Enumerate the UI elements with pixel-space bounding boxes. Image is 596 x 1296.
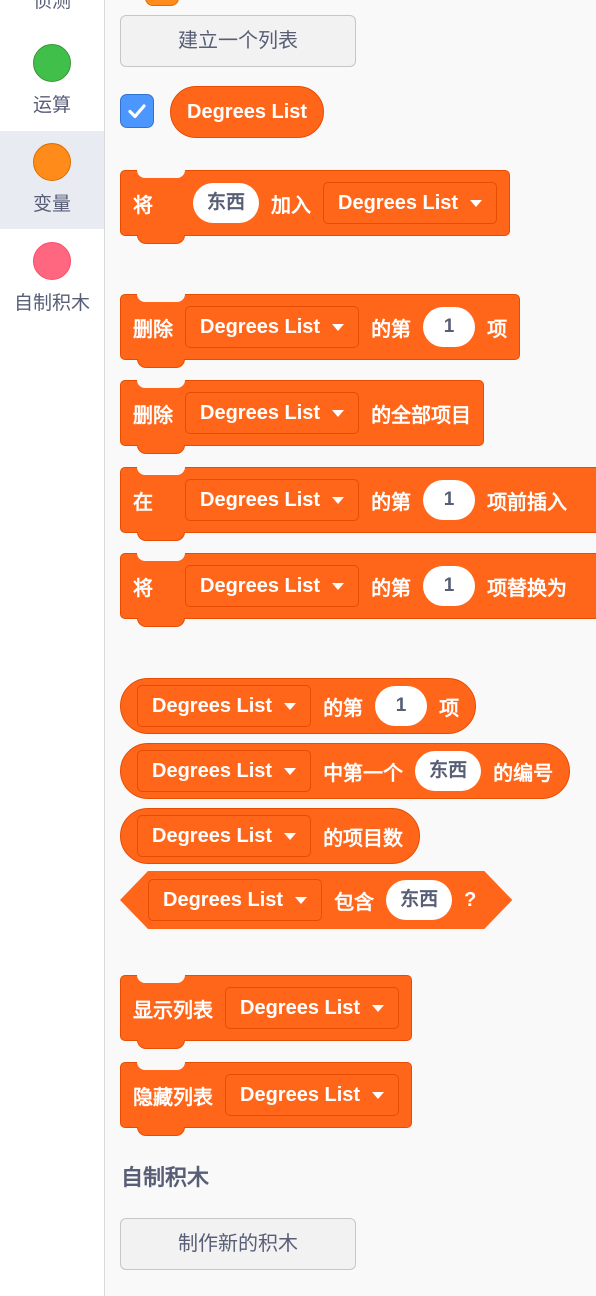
- delete-all-block[interactable]: 删除 Degrees List 的全部项目: [120, 380, 485, 454]
- block-text: 隐藏列表: [133, 1086, 213, 1109]
- list-contains-boolean[interactable]: Degrees List 包含 东西 ?: [120, 871, 512, 929]
- block-text: 的全部项目: [371, 404, 472, 427]
- make-block-button[interactable]: 制作新的积木: [120, 1218, 356, 1270]
- thing-input[interactable]: 东西: [386, 880, 452, 920]
- index-input[interactable]: 1: [423, 307, 476, 347]
- block-text: 加入: [271, 194, 312, 217]
- list-dropdown[interactable]: Degrees List: [225, 1074, 400, 1116]
- dropdown-arrow-icon: [332, 409, 345, 417]
- list-dropdown-label: Degrees List: [240, 996, 361, 1019]
- category-variables[interactable]: 变量: [0, 131, 104, 229]
- list-dropdown-label: Degrees List: [152, 694, 273, 717]
- list-dropdown-label: Degrees List: [338, 191, 459, 214]
- block-text: 项: [487, 318, 508, 341]
- list-dropdown-label: Degrees List: [200, 488, 321, 511]
- thing-input[interactable]: 东西: [415, 751, 482, 791]
- list-dropdown-label: Degrees List: [200, 315, 321, 338]
- list-dropdown[interactable]: Degrees List: [185, 392, 360, 434]
- dropdown-arrow-icon: [332, 496, 345, 504]
- my-blocks-dot-icon: [33, 242, 71, 280]
- dropdown-arrow-icon: [332, 323, 345, 331]
- checkmark-icon: [128, 104, 146, 119]
- dropdown-arrow-icon: [284, 832, 297, 840]
- block-text: 的第: [371, 577, 412, 600]
- make-list-button[interactable]: 建立一个列表: [120, 15, 356, 67]
- dropdown-arrow-icon: [284, 702, 297, 710]
- list-dropdown[interactable]: Degrees List: [137, 815, 312, 857]
- dropdown-arrow-icon: [372, 1004, 385, 1012]
- block-palette: 建立一个列表 Degrees List 将 东西 加入 Degrees List…: [105, 0, 596, 1296]
- list-dropdown-label: Degrees List: [152, 759, 273, 782]
- length-of-list-reporter[interactable]: Degrees List 的项目数: [120, 808, 421, 864]
- item-of-list-reporter[interactable]: Degrees List 的第 1 项: [120, 678, 477, 734]
- variables-dot-icon: [33, 143, 71, 181]
- block-text: 删除: [133, 318, 173, 341]
- category-operators[interactable]: 运算: [0, 44, 104, 124]
- add-to-list-block[interactable]: 将 东西 加入 Degrees List: [120, 170, 511, 244]
- index-input[interactable]: 1: [423, 566, 476, 606]
- block-text: 显示列表: [133, 999, 213, 1022]
- my-blocks-section-title: 自制积木: [121, 1165, 210, 1190]
- block-text: 将: [133, 577, 153, 600]
- dropdown-arrow-icon: [284, 767, 297, 775]
- category-sensing-label: 侦测: [32, 0, 71, 12]
- block-text: 项替换为: [487, 577, 568, 600]
- partial-block: [145, 0, 179, 6]
- block-text: 的第: [371, 491, 412, 514]
- insert-at-block[interactable]: 在 Degrees List 的第 1 项前插入: [120, 467, 596, 541]
- block-text: 将: [133, 194, 153, 217]
- dropdown-arrow-icon: [372, 1091, 385, 1099]
- category-variables-label: 变量: [32, 194, 71, 215]
- dropdown-arrow-icon: [295, 897, 307, 904]
- list-dropdown[interactable]: Degrees List: [137, 685, 312, 727]
- index-of-item-reporter[interactable]: Degrees List 中第一个 东西 的编号: [120, 743, 571, 799]
- block-text: 的项目数: [323, 827, 404, 850]
- list-dropdown-label: Degrees List: [200, 401, 321, 424]
- hide-list-block[interactable]: 隐藏列表 Degrees List: [120, 1062, 413, 1136]
- dropdown-arrow-icon: [332, 582, 345, 590]
- list-dropdown[interactable]: Degrees List: [137, 750, 312, 792]
- category-operators-label: 运算: [32, 95, 71, 116]
- show-list-block[interactable]: 显示列表 Degrees List: [120, 975, 413, 1049]
- category-sensing[interactable]: 侦测: [0, 0, 104, 13]
- index-input[interactable]: 1: [423, 480, 476, 520]
- block-text: 的第: [323, 697, 364, 720]
- delete-item-block[interactable]: 删除 Degrees List 的第 1 项: [120, 294, 521, 368]
- block-text: 在: [133, 491, 153, 514]
- block-text: ?: [464, 888, 477, 911]
- list-dropdown-label: Degrees List: [163, 888, 284, 911]
- list-checkbox[interactable]: [120, 94, 154, 128]
- operators-dot-icon: [33, 44, 71, 82]
- category-my-blocks-label: 自制积木: [13, 293, 90, 314]
- list-dropdown[interactable]: Degrees List: [225, 987, 400, 1029]
- block-text: 中第一个: [323, 762, 404, 785]
- block-text: 包含: [334, 891, 375, 914]
- list-dropdown[interactable]: Degrees List: [323, 182, 498, 224]
- block-text: 的编号: [493, 762, 554, 785]
- list-dropdown-label: Degrees List: [200, 574, 321, 597]
- list-reporter[interactable]: Degrees List: [170, 86, 325, 138]
- block-text: 项前插入: [487, 491, 568, 514]
- list-dropdown-label: Degrees List: [240, 1083, 361, 1106]
- list-dropdown-label: Degrees List: [152, 824, 273, 847]
- thing-input[interactable]: 东西: [193, 183, 260, 223]
- block-text: 删除: [133, 404, 173, 427]
- block-text: 的第: [371, 318, 412, 341]
- list-dropdown[interactable]: Degrees List: [185, 565, 360, 607]
- category-my-blocks[interactable]: 自制积木: [0, 242, 104, 322]
- category-menu: 侦测 运算 变量 自制积木: [0, 0, 105, 1296]
- list-dropdown[interactable]: Degrees List: [185, 479, 360, 521]
- dropdown-arrow-icon: [470, 199, 483, 207]
- block-text: 项: [439, 697, 460, 720]
- list-dropdown[interactable]: Degrees List: [185, 306, 360, 348]
- list-dropdown[interactable]: Degrees List: [148, 879, 322, 921]
- replace-item-block[interactable]: 将 Degrees List 的第 1 项替换为: [120, 553, 596, 627]
- index-input[interactable]: 1: [375, 686, 428, 726]
